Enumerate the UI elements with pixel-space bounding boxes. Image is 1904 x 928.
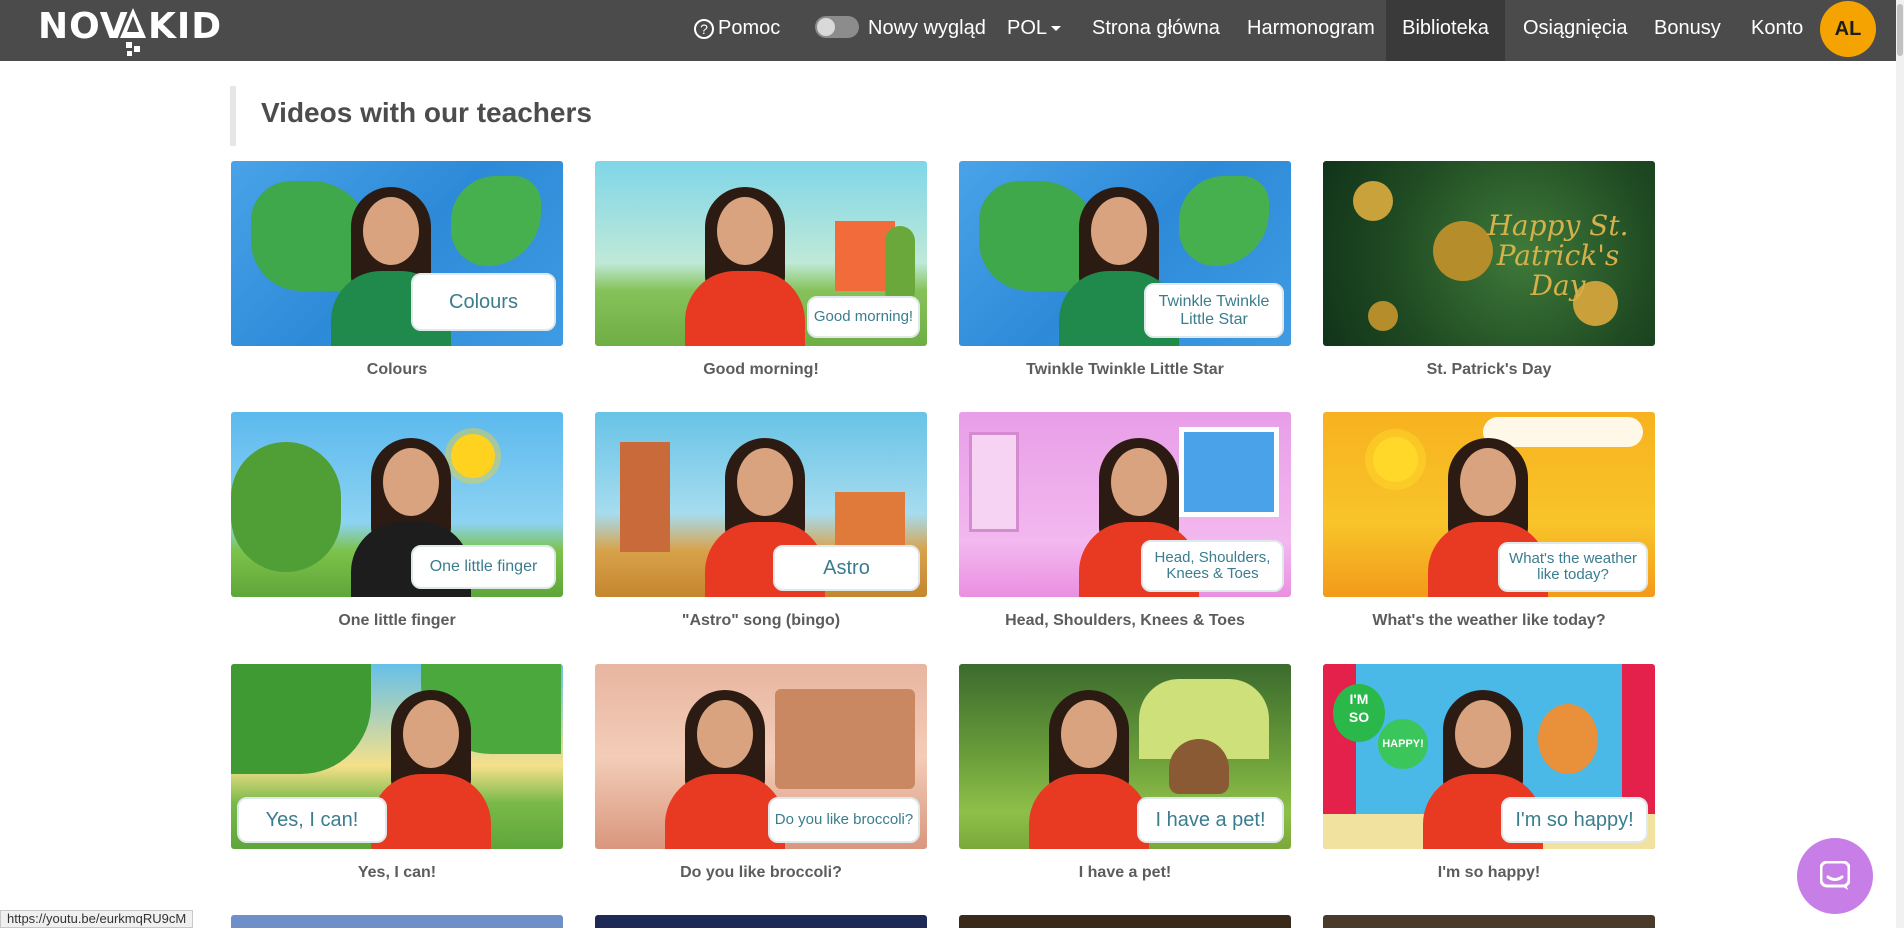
video-card[interactable]: Happy St. Patrick's Day St. Patrick's Da… <box>1323 161 1655 379</box>
nav-account[interactable]: Konto <box>1751 0 1803 61</box>
section-title: Videos with our teachers <box>261 97 592 128</box>
video-title[interactable]: I'm so happy! <box>1323 864 1655 882</box>
nav-home[interactable]: Strona główna <box>1092 0 1220 61</box>
video-card[interactable]: Yes, I can! Yes, I can! <box>231 664 563 882</box>
video-card[interactable]: What's the weather like today? What's th… <box>1323 412 1655 630</box>
video-overlay-title: Do you like broccoli? <box>768 797 920 843</box>
video-title[interactable]: One little finger <box>231 612 563 630</box>
video-overlay-title: Good morning! <box>807 296 920 338</box>
video-card[interactable]: I have a pet! I have a pet! <box>959 664 1291 882</box>
new-look-label[interactable]: Nowy wygląd <box>868 0 986 61</box>
video-title[interactable]: What's the weather like today? <box>1323 612 1655 630</box>
video-overlay-title: Colours <box>411 273 556 331</box>
top-navbar: NOV KID ? Pomoc Nowy wygląd POL Strona gł… <box>0 0 1904 61</box>
language-dropdown[interactable]: POL <box>1007 0 1062 61</box>
video-thumbnail[interactable]: Twinkle Twinkle Little Star <box>959 161 1291 346</box>
nav-bonuses[interactable]: Bonusy <box>1654 0 1721 61</box>
video-overlay-title: One little finger <box>411 545 556 589</box>
video-card[interactable]: Head, Shoulders, Knees & Toes Head, Shou… <box>959 412 1291 630</box>
video-title[interactable]: Yes, I can! <box>231 864 563 882</box>
video-thumbnail-partial[interactable] <box>1323 915 1655 928</box>
video-thumbnail[interactable]: Colours <box>231 161 563 346</box>
nav-library[interactable]: Biblioteka <box>1386 0 1505 61</box>
video-title[interactable]: St. Patrick's Day <box>1323 361 1655 379</box>
video-title[interactable]: Good morning! <box>595 361 927 379</box>
video-thumbnail[interactable]: Happy St. Patrick's Day <box>1323 161 1655 346</box>
video-thumbnail[interactable]: I'M SO HAPPY! I'm so happy! <box>1323 664 1655 849</box>
video-thumbnail-partial[interactable] <box>595 915 927 928</box>
video-title[interactable]: I have a pet! <box>959 864 1291 882</box>
nav-achievements[interactable]: Osiągnięcia <box>1523 0 1628 61</box>
chat-icon <box>1820 861 1850 890</box>
video-title[interactable]: Twinkle Twinkle Little Star <box>959 361 1291 379</box>
video-title[interactable]: "Astro" song (bingo) <box>595 612 927 630</box>
help-label: Pomoc <box>718 17 781 39</box>
video-thumbnail[interactable]: Head, Shoulders, Knees & Toes <box>959 412 1291 597</box>
help-icon: ? <box>694 18 714 39</box>
video-overlay-title: Yes, I can! <box>237 797 387 843</box>
video-card[interactable]: Good morning! Good morning! <box>595 161 927 379</box>
toggle-knob <box>817 18 835 36</box>
video-title[interactable]: Head, Shoulders, Knees & Toes <box>959 612 1291 630</box>
video-overlay-title: I'm so happy! <box>1501 797 1648 843</box>
video-overlay-title: Head, Shoulders, Knees & Toes <box>1141 540 1284 592</box>
video-thumbnail[interactable]: Good morning! <box>595 161 927 346</box>
chat-button[interactable] <box>1797 838 1873 914</box>
video-overlay-title: Happy St. Patrick's Day <box>1487 209 1629 302</box>
video-thumbnail-partial[interactable] <box>959 915 1291 928</box>
language-label: POL <box>1007 17 1048 39</box>
video-thumbnail-partial[interactable] <box>231 915 563 928</box>
help-link[interactable]: ? Pomoc <box>694 0 780 61</box>
video-card[interactable]: I'M SO HAPPY! I'm so happy! I'm so happy! <box>1323 664 1655 882</box>
video-overlay-title: Twinkle Twinkle Little Star <box>1144 283 1284 338</box>
new-look-toggle[interactable] <box>815 16 859 38</box>
video-overlay-title: What's the weather like today? <box>1498 542 1648 592</box>
video-thumbnail[interactable]: Yes, I can! <box>231 664 563 849</box>
video-card[interactable]: Astro "Astro" song (bingo) <box>595 412 927 630</box>
video-card[interactable]: Colours Colours <box>231 161 563 379</box>
page-scrollbar[interactable] <box>1896 0 1904 928</box>
video-title[interactable]: Do you like broccoli? <box>595 864 927 882</box>
video-card[interactable]: One little finger One little finger <box>231 412 563 630</box>
nav-schedule[interactable]: Harmonogram <box>1247 0 1375 61</box>
caret-down-icon <box>1051 26 1062 32</box>
video-card[interactable]: Do you like broccoli? Do you like brocco… <box>595 664 927 882</box>
video-thumbnail[interactable]: What's the weather like today? <box>1323 412 1655 597</box>
video-thumbnail[interactable]: Do you like broccoli? <box>595 664 927 849</box>
scrollbar-thumb[interactable] <box>1897 4 1903 56</box>
video-title[interactable]: Colours <box>231 361 563 379</box>
status-bar-url: https://youtu.be/eurkmqRU9cM <box>0 910 194 928</box>
video-overlay-title: I have a pet! <box>1137 797 1284 843</box>
video-overlay-title: Astro <box>773 545 920 591</box>
video-card[interactable]: Twinkle Twinkle Little Star Twinkle Twin… <box>959 161 1291 379</box>
video-thumbnail[interactable]: One little finger <box>231 412 563 597</box>
user-avatar[interactable]: AL <box>1820 1 1876 57</box>
heading-accent-bar <box>230 86 236 146</box>
video-thumbnail[interactable]: I have a pet! <box>959 664 1291 849</box>
video-thumbnail[interactable]: Astro <box>595 412 927 597</box>
